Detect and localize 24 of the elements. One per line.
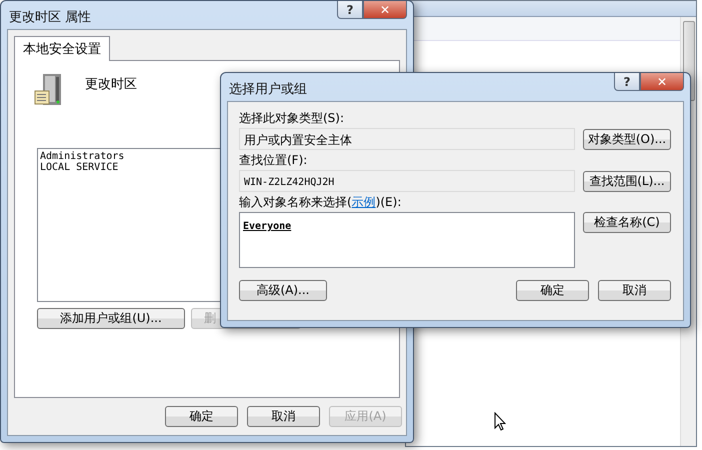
object-names-field[interactable]: Everyone: [239, 212, 575, 268]
location-field: WIN-Z2LZ42HQJ2H: [239, 170, 575, 192]
mouse-pointer-icon: [494, 412, 506, 432]
ok-button[interactable]: 确定: [165, 406, 238, 427]
advanced-button[interactable]: 高级(A)...: [239, 280, 327, 301]
cancel-button[interactable]: 取消: [598, 280, 671, 301]
window-title: 选择用户或组: [228, 81, 307, 98]
help-button[interactable]: ?: [337, 1, 363, 19]
field-label: 查找位置(F):: [239, 152, 308, 168]
ok-button[interactable]: 确定: [516, 280, 589, 301]
field-label: 选择此对象类型(S):: [239, 110, 346, 126]
object-type-field: 用户或内置安全主体: [239, 128, 575, 150]
object-types-button[interactable]: 对象类型(O)...: [583, 128, 671, 150]
cancel-button[interactable]: 取消: [247, 406, 320, 427]
resolved-name: Everyone: [243, 221, 292, 232]
policy-name: 更改时区: [85, 76, 137, 93]
window-title: 更改时区 属性: [8, 9, 92, 26]
locations-button[interactable]: 查找范围(L)...: [583, 170, 671, 192]
examples-link[interactable]: 示例: [352, 195, 376, 209]
check-names-button[interactable]: 检查名称(C): [583, 212, 671, 233]
help-button[interactable]: ?: [614, 73, 640, 91]
field-label: 输入对象名称来选择(示例)(E):: [239, 194, 402, 210]
tab[interactable]: 本地安全设置: [14, 36, 110, 61]
add-button[interactable]: 添加用户或组(U)...: [37, 308, 185, 329]
